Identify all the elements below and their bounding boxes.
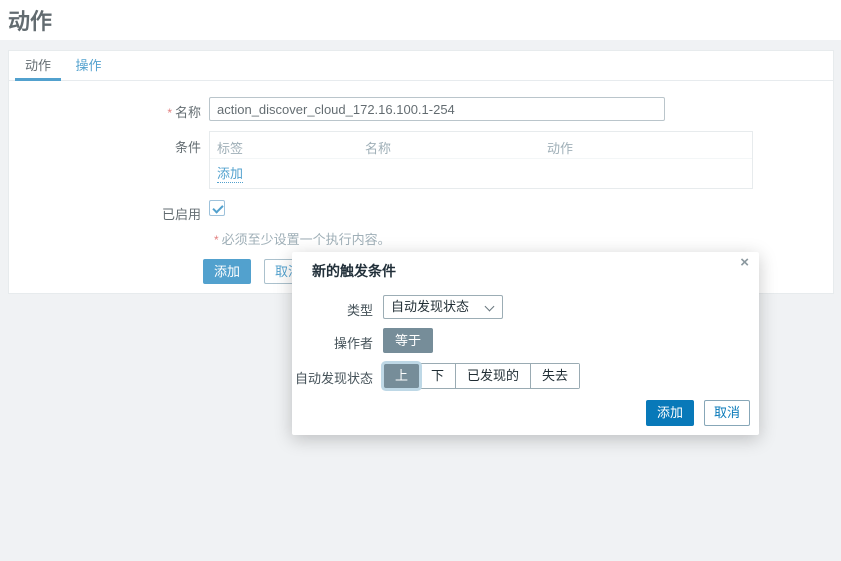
status-option-discovered[interactable]: 已发现的 [455, 364, 530, 388]
type-field-label: 类型 [292, 300, 373, 319]
dialog-title: 新的触发条件 [312, 261, 396, 281]
status-option-down[interactable]: 下 [419, 364, 455, 388]
status-option-up[interactable]: 上 [384, 364, 419, 388]
operator-equals-button[interactable]: 等于 [383, 328, 433, 353]
discovery-status-segmented: 上 下 已发现的 失去 [383, 363, 580, 389]
status-field-label: 自动发现状态 [292, 368, 373, 387]
type-select[interactable]: 自动发现状态 [383, 295, 503, 319]
operator-field-label: 操作者 [292, 333, 373, 352]
close-icon[interactable]: × [740, 255, 749, 271]
dialog-add-button[interactable]: 添加 [646, 400, 694, 426]
status-option-lost[interactable]: 失去 [530, 364, 579, 388]
dialog-cancel-button[interactable]: 取消 [704, 400, 750, 426]
new-condition-dialog: 新的触发条件 × 类型 自动发现状态 操作者 等于 自动发现状态 上 下 已发现… [292, 252, 759, 435]
chevron-down-icon [485, 302, 495, 312]
type-select-value: 自动发现状态 [391, 299, 469, 314]
